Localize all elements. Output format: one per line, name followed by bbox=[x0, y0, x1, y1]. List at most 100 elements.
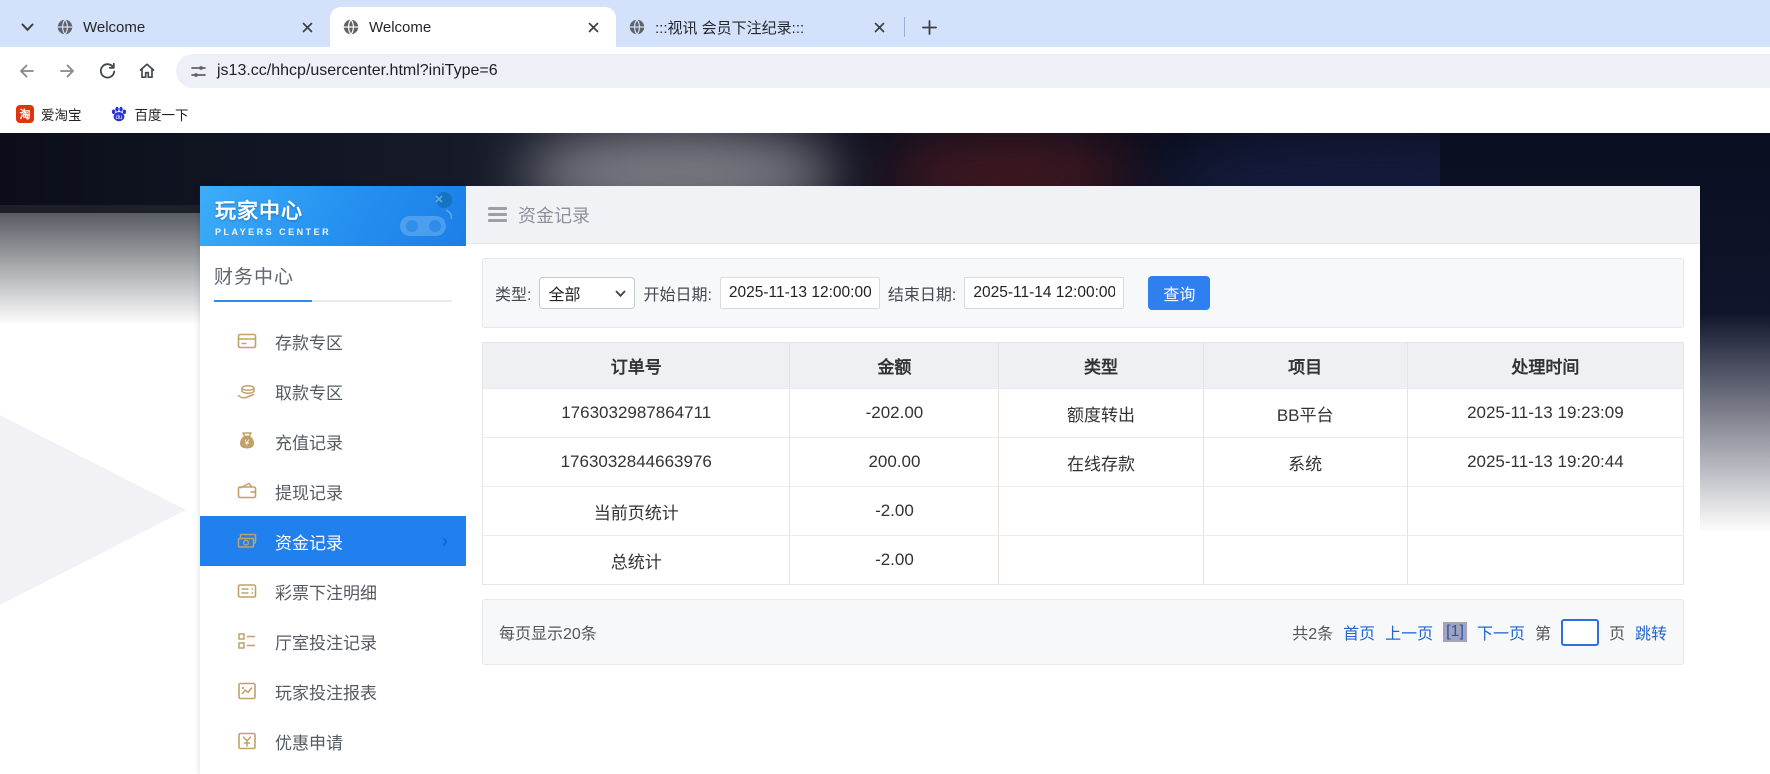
table-row: 1763032844663976 200.00 在线存款 系统 2025-11-13 1… bbox=[482, 437, 1684, 487]
table-cell: 1763032844663976 bbox=[482, 437, 790, 487]
column-header: 类型 bbox=[998, 342, 1204, 389]
bookmark-taobao[interactable]: 淘 爱淘宝 bbox=[16, 104, 82, 124]
jump-prefix-text: 第 bbox=[1534, 626, 1551, 643]
sidebar-item-hall-bet-records[interactable]: 厅室投注记录 bbox=[200, 616, 466, 666]
forward-button[interactable] bbox=[50, 54, 84, 88]
table-cell: 额度转出 bbox=[998, 388, 1204, 438]
type-label: 类型: bbox=[495, 287, 532, 304]
sidebar-item-fund-records[interactable]: 资金记录 › bbox=[200, 516, 466, 566]
browser-toolbar: js13.cc/hhcp/usercenter.html?iniType=6 bbox=[0, 47, 1770, 95]
back-arrow-icon bbox=[20, 64, 34, 78]
jump-go-link[interactable]: 跳转 bbox=[1635, 620, 1667, 644]
main-panel: 资金记录 类型: 全部 开始日期: 结束日期: 查询 bbox=[466, 186, 1700, 774]
sidebar-item-player-bet-report[interactable]: 玩家投注报表 bbox=[200, 666, 466, 716]
content-body: 类型: 全部 开始日期: 结束日期: 查询 bbox=[466, 244, 1700, 679]
table-cell: 系统 bbox=[1202, 437, 1408, 487]
start-date-input[interactable] bbox=[719, 277, 880, 309]
deposit-card-icon bbox=[237, 333, 257, 349]
filter-bar: 类型: 全部 开始日期: 结束日期: 查询 bbox=[482, 258, 1684, 328]
checklist-icon bbox=[238, 633, 255, 649]
sidebar-item-label: 玩家投注报表 bbox=[275, 683, 377, 703]
current-page-indicator: [1] bbox=[1443, 622, 1467, 642]
sidebar-item-withdraw-zone[interactable]: 取款专区 bbox=[200, 366, 466, 416]
globe-icon bbox=[343, 19, 359, 35]
table-cell bbox=[998, 535, 1204, 585]
table-cell bbox=[1202, 486, 1408, 536]
column-header: 处理时间 bbox=[1406, 342, 1684, 389]
back-button[interactable] bbox=[10, 54, 44, 88]
sidebar-item-lottery-bet-details[interactable]: 彩票下注明细 bbox=[200, 566, 466, 616]
page-jump-input[interactable] bbox=[1560, 618, 1599, 646]
reload-button[interactable] bbox=[90, 54, 124, 88]
query-button[interactable]: 查询 bbox=[1148, 276, 1211, 310]
browser-chrome: Welcome Welcome :::视讯 会员下注纪录::: js13.cc/… bbox=[0, 0, 1770, 133]
bookmarks-bar: 淘 爱淘宝 du 百度一下 bbox=[0, 95, 1770, 133]
bookmark-label: 爱淘宝 bbox=[41, 108, 82, 123]
reload-icon bbox=[99, 62, 115, 78]
sidebar: 玩家中心 PLAYERS CENTER 财务中心 存款专区 取款专区 ¥ 充值记… bbox=[200, 186, 466, 774]
fund-records-table: 订单号 金额 类型 项目 处理时间 1763032987864711 -202.0… bbox=[482, 342, 1684, 585]
tab-close-icon[interactable] bbox=[296, 16, 318, 38]
table-cell: -2.00 bbox=[789, 535, 999, 585]
sidebar-item-withdrawal-records[interactable]: 提现记录 bbox=[200, 466, 466, 516]
table-cell: -2.00 bbox=[789, 486, 999, 536]
hamburger-icon bbox=[488, 207, 507, 222]
site-settings-icon[interactable] bbox=[190, 63, 207, 80]
sidebar-item-label: 充值记录 bbox=[275, 433, 343, 453]
browser-tab-welcome-2-active[interactable]: Welcome bbox=[330, 7, 616, 47]
end-date-input[interactable] bbox=[964, 277, 1125, 309]
sidebar-item-label: 厅室投注记录 bbox=[275, 633, 377, 653]
url-text[interactable]: js13.cc/hhcp/usercenter.html?iniType=6 bbox=[217, 62, 498, 80]
background-triangle bbox=[0, 415, 186, 605]
table-row: 当前页统计 -2.00 bbox=[482, 486, 1684, 536]
next-page-link[interactable]: 下一页 bbox=[1477, 620, 1525, 644]
tab-close-icon[interactable] bbox=[868, 16, 890, 38]
bookmark-label: 百度一下 bbox=[134, 108, 189, 123]
section-underline bbox=[214, 300, 452, 302]
sidebar-item-deposit-zone[interactable]: 存款专区 bbox=[200, 316, 466, 366]
sidebar-item-label: 资金记录 bbox=[275, 533, 343, 553]
start-date-label: 开始日期: bbox=[643, 287, 712, 304]
type-select[interactable]: 全部 bbox=[539, 277, 636, 309]
table-body: 1763032987864711 -202.00 额度转出 BB平台 2025-11-1… bbox=[482, 388, 1684, 585]
gamepad-icon bbox=[400, 192, 452, 236]
sidebar-item-label: 提现记录 bbox=[275, 483, 343, 503]
sidebar-item-label: 彩票下注明细 bbox=[275, 583, 377, 603]
jump-suffix-text: 页 bbox=[1608, 626, 1625, 643]
tab-strip: Welcome Welcome :::视讯 会员下注纪录::: bbox=[0, 0, 1770, 47]
chevron-down-icon bbox=[21, 23, 33, 31]
wallet-icon bbox=[237, 482, 257, 499]
bookmark-baidu[interactable]: du 百度一下 bbox=[110, 104, 189, 124]
sidebar-item-label: 取款专区 bbox=[275, 383, 343, 403]
sidebar-item-recharge-records[interactable]: ¥ 充值记录 bbox=[200, 416, 466, 466]
table-cell: 2025-11-13 19:23:09 bbox=[1406, 388, 1684, 438]
page-title: 资金记录 bbox=[518, 205, 590, 226]
sidebar-item-promo-application[interactable]: 优惠申请 bbox=[200, 716, 466, 766]
tab-divider bbox=[904, 17, 905, 37]
table-cell: 总统计 bbox=[482, 535, 790, 585]
sidebar-item-label: 优惠申请 bbox=[275, 733, 343, 753]
table-cell: 当前页统计 bbox=[482, 486, 790, 536]
table-cell bbox=[1202, 535, 1408, 585]
tab-close-icon[interactable] bbox=[582, 16, 604, 38]
home-button[interactable] bbox=[130, 54, 164, 88]
new-tab-button[interactable] bbox=[914, 12, 944, 42]
chart-report-icon bbox=[238, 682, 256, 700]
browser-tab-betting-records[interactable]: :::视讯 会员下注纪录::: bbox=[616, 7, 902, 47]
baidu-paw-icon: du bbox=[111, 106, 126, 122]
prev-page-link[interactable]: 上一页 bbox=[1385, 620, 1433, 644]
banknotes-icon bbox=[237, 533, 257, 548]
address-bar[interactable]: js13.cc/hhcp/usercenter.html?iniType=6 bbox=[176, 54, 1770, 88]
per-page-text: 每页显示20条 bbox=[499, 626, 597, 643]
page-viewport: 玩家中心 PLAYERS CENTER 财务中心 存款专区 取款专区 ¥ 充值记… bbox=[0, 133, 1770, 774]
first-page-link[interactable]: 首页 bbox=[1343, 620, 1375, 644]
end-date-label: 结束日期: bbox=[887, 287, 957, 304]
sidebar-section-title: 财务中心 bbox=[214, 267, 295, 288]
home-icon bbox=[139, 63, 155, 79]
browser-tab-welcome-1[interactable]: Welcome bbox=[44, 7, 330, 47]
column-header: 订单号 bbox=[482, 342, 790, 389]
sidebar-banner: 玩家中心 PLAYERS CENTER bbox=[200, 186, 466, 246]
tab-search-chevron-button[interactable] bbox=[10, 7, 44, 47]
sidebar-menu: 存款专区 取款专区 ¥ 充值记录 提现记录 资金记录 › 彩票下注明细 厅室投注… bbox=[200, 316, 466, 766]
content-header: 资金记录 bbox=[466, 186, 1700, 244]
